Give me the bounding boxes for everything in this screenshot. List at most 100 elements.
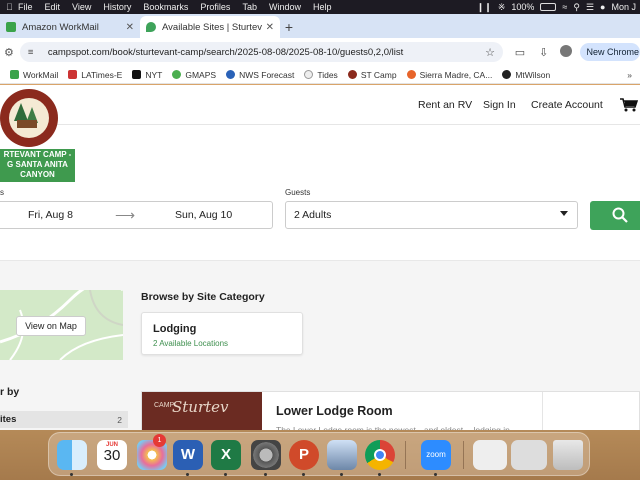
running-indicator	[70, 473, 73, 476]
close-tab-icon[interactable]: ✕	[266, 22, 274, 33]
menu-bookmarks[interactable]: Bookmarks	[137, 2, 194, 12]
tab-title: Available Sites | Sturtevant Ca	[162, 21, 262, 33]
running-indicator	[224, 473, 227, 476]
running-indicator	[378, 473, 381, 476]
excel-icon[interactable]: X	[211, 440, 241, 470]
nws-icon	[226, 70, 236, 79]
running-indicator	[302, 473, 305, 476]
filter-option-count: 2	[117, 414, 122, 425]
category-count: 2 Available Locations	[153, 339, 229, 348]
calendar-icon[interactable]: JUN 30	[97, 440, 127, 470]
filter-heading: r by	[0, 386, 20, 398]
latimes-icon	[68, 70, 78, 79]
control-center-icon[interactable]: ☰	[586, 2, 594, 13]
bookmark-workmail[interactable]: WorkMail	[10, 70, 58, 80]
bookmark-label: Tides	[317, 69, 338, 80]
new-tab-button[interactable]: +	[280, 16, 298, 38]
menu-help[interactable]: Help	[307, 2, 338, 12]
cast-icon[interactable]: ▭	[511, 46, 529, 59]
bookmark-tides[interactable]: Tides	[304, 69, 338, 80]
word-icon[interactable]: W	[173, 440, 203, 470]
bluetooth-icon[interactable]: ※	[498, 2, 506, 13]
search-spotlight-icon[interactable]: ⚲	[573, 2, 580, 13]
profile-avatar-icon[interactable]	[557, 44, 575, 60]
menu-tab[interactable]: Tab	[236, 2, 263, 12]
bookmark-gmaps[interactable]: GMAPS	[172, 70, 216, 80]
search-button[interactable]	[590, 201, 640, 230]
st-camp-icon	[347, 70, 357, 79]
bookmarks-bar: WorkMail LATimes-E NYT GMAPS NWS Forecas…	[0, 66, 640, 84]
category-name: Lodging	[153, 323, 197, 335]
address-bar[interactable]: ≡ campspot.com/book/sturtevant-camp/sear…	[19, 42, 504, 62]
workmail-favicon-icon	[6, 22, 16, 32]
more-bookmarks-icon[interactable]: »	[627, 70, 632, 80]
zoom-icon[interactable]: zoom	[421, 440, 451, 470]
bookmark-label: NYT	[145, 69, 163, 80]
browse-by-category-title: Browse by Site Category	[141, 291, 265, 303]
new-chrome-button[interactable]: New Chrome	[580, 43, 640, 61]
filter-option-sites[interactable]: ites 2	[0, 411, 128, 428]
camp-emblem	[0, 89, 58, 147]
menu-history[interactable]: History	[97, 2, 137, 12]
tab-amazon-workmail[interactable]: Amazon WorkMail ✕	[0, 16, 140, 38]
finder-icon[interactable]	[57, 440, 87, 470]
bookmark-latimes[interactable]: LATimes-E	[68, 70, 122, 80]
globe-icon	[304, 70, 314, 79]
preview-icon[interactable]	[327, 440, 357, 470]
menu-profiles[interactable]: Profiles	[194, 2, 236, 12]
rent-an-rv-link[interactable]: Rent an RV	[418, 85, 472, 125]
tune-icon[interactable]: ≡	[28, 47, 40, 58]
site-info-icon[interactable]: ⚙	[2, 46, 16, 59]
guests-value: 2 Adults	[294, 209, 332, 221]
check-in-date[interactable]: Fri, Aug 8	[28, 209, 73, 221]
result-title[interactable]: Lower Lodge Room	[276, 404, 393, 418]
arrow-right-icon: ⟶	[115, 206, 136, 223]
bookmark-st-camp[interactable]: ST Camp	[347, 70, 397, 80]
sturtevant-camp-logo[interactable]: RTEVANT CAMP - G SANTA ANITA CANYON	[0, 85, 75, 182]
pause-icon[interactable]: ❙❙	[477, 2, 492, 13]
create-account-link[interactable]: Create Account	[531, 85, 603, 125]
powerpoint-icon[interactable]: P	[289, 440, 319, 470]
bookmark-star-icon[interactable]: ☆	[485, 46, 495, 59]
campspot-favicon-icon	[146, 22, 156, 32]
bookmark-label: WorkMail	[23, 69, 59, 80]
trash-icon[interactable]	[553, 440, 583, 470]
address-url[interactable]: campspot.com/book/sturtevant-camp/search…	[48, 47, 485, 58]
menu-window[interactable]: Window	[263, 2, 307, 12]
recent-window-thumbnail[interactable]	[511, 440, 547, 470]
chrome-icon[interactable]	[365, 440, 395, 470]
browser-toolbar: ⚙ ≡ campspot.com/book/sturtevant-camp/se…	[0, 38, 640, 66]
macos-dock: JUN 30 W X P zoom	[48, 432, 590, 476]
notification-badge: 1	[153, 434, 166, 447]
check-out-date[interactable]: Sun, Aug 10	[175, 209, 232, 221]
battery-icon[interactable]	[540, 3, 557, 11]
bookmark-nyt[interactable]: NYT	[132, 70, 162, 80]
view-on-map-button[interactable]: View on Map	[16, 316, 86, 336]
apple-icon[interactable]: 	[0, 2, 13, 12]
sierra-madre-icon	[406, 70, 416, 79]
bookmark-mtwilson[interactable]: MtWilson	[502, 70, 550, 80]
bookmark-sierra-madre[interactable]: Sierra Madre, CA...	[406, 70, 492, 80]
tab-available-sites[interactable]: Available Sites | Sturtevant Ca ✕	[140, 16, 280, 38]
shopping-cart-icon[interactable]	[620, 98, 638, 112]
recent-window-thumbnail[interactable]	[473, 440, 507, 470]
menu-view[interactable]: View	[66, 2, 97, 12]
bookmark-label: NWS Forecast	[239, 69, 295, 80]
running-indicator	[340, 473, 343, 476]
system-settings-icon[interactable]	[251, 440, 281, 470]
bookmark-label: MtWilson	[515, 69, 551, 80]
menu-file[interactable]: File	[12, 2, 39, 12]
bookmark-label: GMAPS	[185, 69, 217, 80]
menu-clock[interactable]: Mon J	[611, 2, 636, 12]
category-card-lodging[interactable]: Lodging 2 Available Locations	[141, 312, 303, 355]
bookmark-nws[interactable]: NWS Forecast	[226, 70, 294, 80]
siri-icon[interactable]: ●	[600, 2, 605, 12]
download-icon[interactable]: ⇩	[535, 46, 553, 59]
sign-in-link[interactable]: Sign In	[483, 85, 516, 125]
close-tab-icon[interactable]: ✕	[126, 22, 134, 33]
menu-edit[interactable]: Edit	[39, 2, 67, 12]
date-range-field[interactable]: Fri, Aug 8 ⟶ Sun, Aug 10	[0, 201, 273, 229]
nyt-icon	[132, 70, 142, 79]
wifi-icon[interactable]: ≈	[562, 2, 567, 12]
guests-select[interactable]: 2 Adults	[285, 201, 578, 229]
